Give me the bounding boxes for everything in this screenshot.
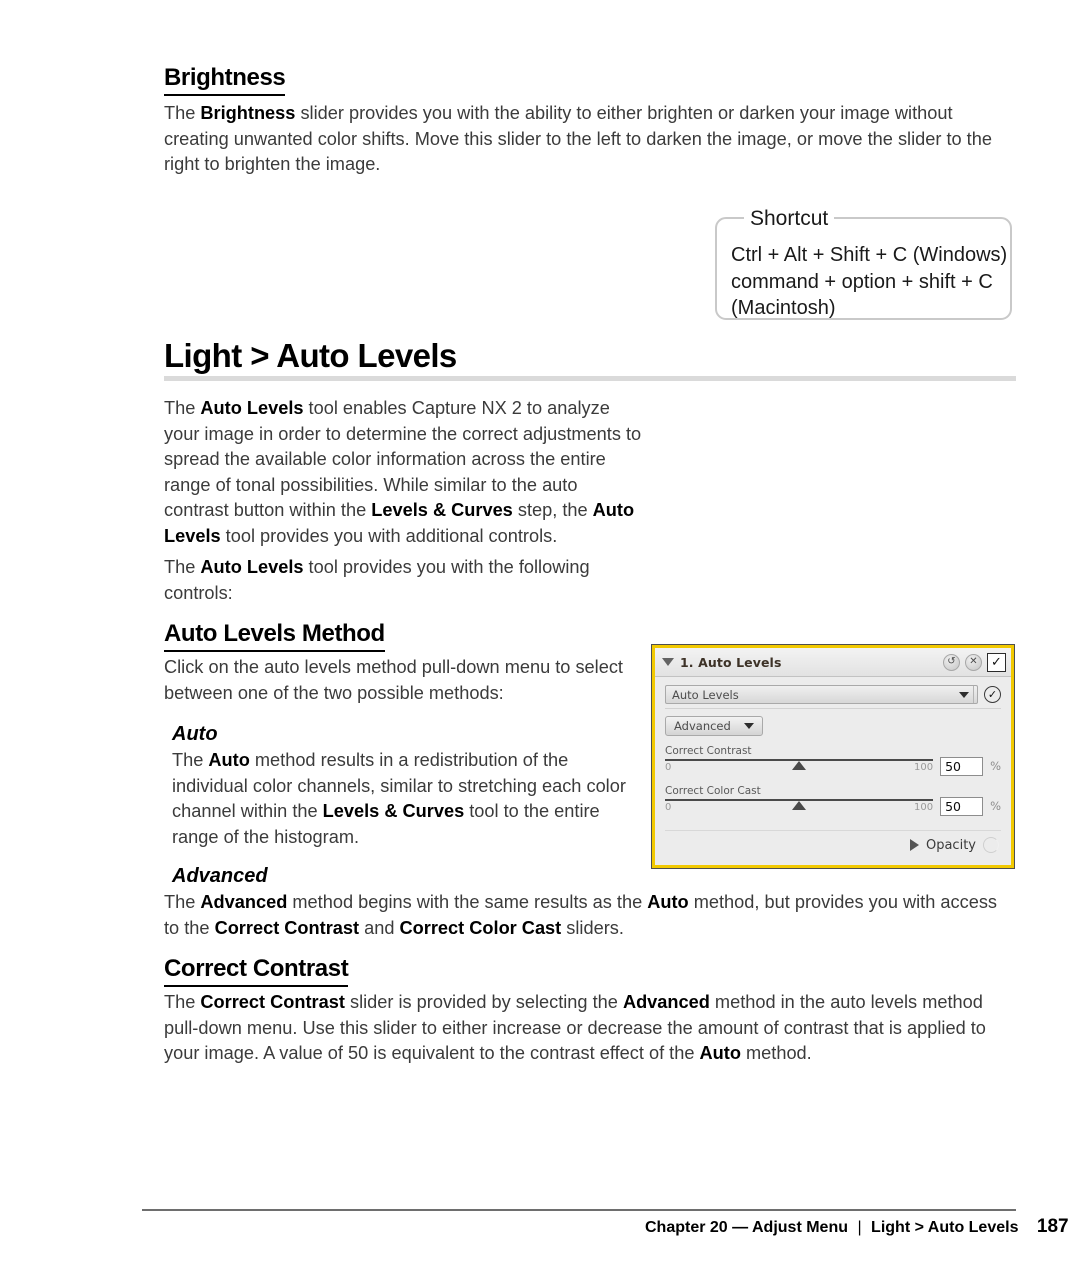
- slider-thumb[interactable]: [792, 801, 807, 810]
- slider-correct-contrast: Correct Contrast 0 100 50 %: [665, 745, 1001, 776]
- method-select-row: Auto Levels ✓: [665, 685, 1001, 704]
- chevron-down-icon: [744, 723, 754, 729]
- slider-value-input[interactable]: 50: [940, 797, 984, 816]
- slider-label: Correct Color Cast: [665, 785, 761, 797]
- slider-row: 0 100 50 %: [665, 797, 1001, 816]
- slider-row: 0 100 50 %: [665, 757, 1001, 776]
- slider-max: 100: [913, 802, 934, 813]
- chevron-right-icon[interactable]: [909, 839, 919, 851]
- brightness-heading: Brightness: [164, 64, 286, 96]
- footer-rule: [142, 1209, 1016, 1211]
- close-icon[interactable]: ✕: [965, 653, 982, 671]
- page-title: Light > Auto Levels: [164, 337, 457, 374]
- mode-dropdown-value: Advanced: [674, 719, 731, 733]
- divider: [665, 708, 1001, 709]
- title-rule: [164, 376, 1016, 381]
- slider-max: 100: [913, 762, 934, 773]
- opacity-row[interactable]: Opacity: [665, 831, 1001, 860]
- slider-track[interactable]: 0 100: [665, 797, 934, 813]
- slider-thumb[interactable]: [792, 761, 807, 770]
- slider-min: 0: [665, 762, 672, 773]
- chevron-down-icon[interactable]: [662, 658, 674, 666]
- auto-levels-select-value: Auto Levels: [672, 687, 739, 702]
- auto-levels-method-heading: Auto Levels Method: [164, 620, 385, 652]
- auto-levels-select[interactable]: Auto Levels: [665, 685, 978, 704]
- shortcut-box: Shortcut Ctrl + Alt + Shift + C (Windows…: [715, 206, 1012, 322]
- footer-separator: |: [857, 1219, 862, 1236]
- auto-levels-paragraph-1: The Auto Levels tool enables Capture NX …: [164, 398, 642, 546]
- slider-value-input[interactable]: 50: [940, 757, 984, 776]
- apply-checkbox[interactable]: ✓: [987, 652, 1006, 672]
- auto-paragraph: The Auto method results in a redistribut…: [172, 750, 626, 847]
- advanced-paragraph: The Advanced method begins with the same…: [164, 892, 998, 938]
- opacity-knob-icon[interactable]: [983, 837, 999, 853]
- footer: Chapter 20 — Adjust Menu | Light > Auto …: [645, 1216, 1069, 1238]
- panel-title: 1. Auto Levels: [680, 654, 782, 670]
- opacity-label: Opacity: [925, 837, 976, 853]
- shortcut-legend: Shortcut: [744, 206, 835, 232]
- slider-unit: %: [990, 759, 1001, 773]
- shortcut-line-mac-platform: (Macintosh): [731, 297, 836, 319]
- divider: [973, 686, 974, 703]
- slider-min: 0: [665, 802, 672, 813]
- document-page: Brightness The Brightness slider provide…: [0, 0, 1080, 1270]
- shortcut-keys: Ctrl + Alt + Shift + C (Windows) command…: [731, 242, 1007, 322]
- panel-header-actions: ↺ ✕ ✓: [943, 652, 1006, 672]
- mode-dropdown-button[interactable]: Advanced: [665, 716, 763, 736]
- shortcut-line-windows: Ctrl + Alt + Shift + C (Windows): [731, 244, 1008, 266]
- method-check-icon[interactable]: ✓: [984, 686, 1001, 703]
- brightness-paragraph: The Brightness slider provides you with …: [164, 103, 992, 175]
- reset-icon[interactable]: ↺: [943, 653, 960, 671]
- advanced-subheading: Advanced: [172, 865, 268, 887]
- chevron-down-icon: [959, 691, 969, 698]
- slider-correct-color-cast: Correct Color Cast 0 100 50 %: [665, 785, 1001, 816]
- auto-subheading: Auto: [172, 723, 218, 745]
- footer-chapter: Chapter 20 — Adjust Menu: [645, 1219, 848, 1236]
- auto-levels-method-paragraph: Click on the auto levels method pull-dow…: [164, 657, 623, 703]
- panel-header: 1. Auto Levels ↺ ✕ ✓: [655, 648, 1011, 677]
- slider-unit: %: [990, 799, 1001, 813]
- correct-contrast-heading: Correct Contrast: [164, 955, 349, 987]
- slider-label: Correct Contrast: [665, 745, 752, 757]
- footer-topic: Light > Auto Levels: [871, 1219, 1019, 1236]
- correct-contrast-paragraph: The Correct Contrast slider is provided …: [164, 992, 986, 1064]
- page-number: 187: [1036, 1216, 1069, 1237]
- shortcut-line-mac: command + option + shift + C: [731, 270, 993, 293]
- slider-track[interactable]: 0 100: [665, 757, 934, 773]
- auto-levels-panel-figure: 1. Auto Levels ↺ ✕ ✓ Auto Levels ✓ Advan…: [651, 644, 1015, 869]
- auto-levels-paragraph-2: The Auto Levels tool provides you with t…: [164, 557, 590, 603]
- panel-body: Auto Levels ✓ Advanced Correct Contrast: [655, 677, 1011, 860]
